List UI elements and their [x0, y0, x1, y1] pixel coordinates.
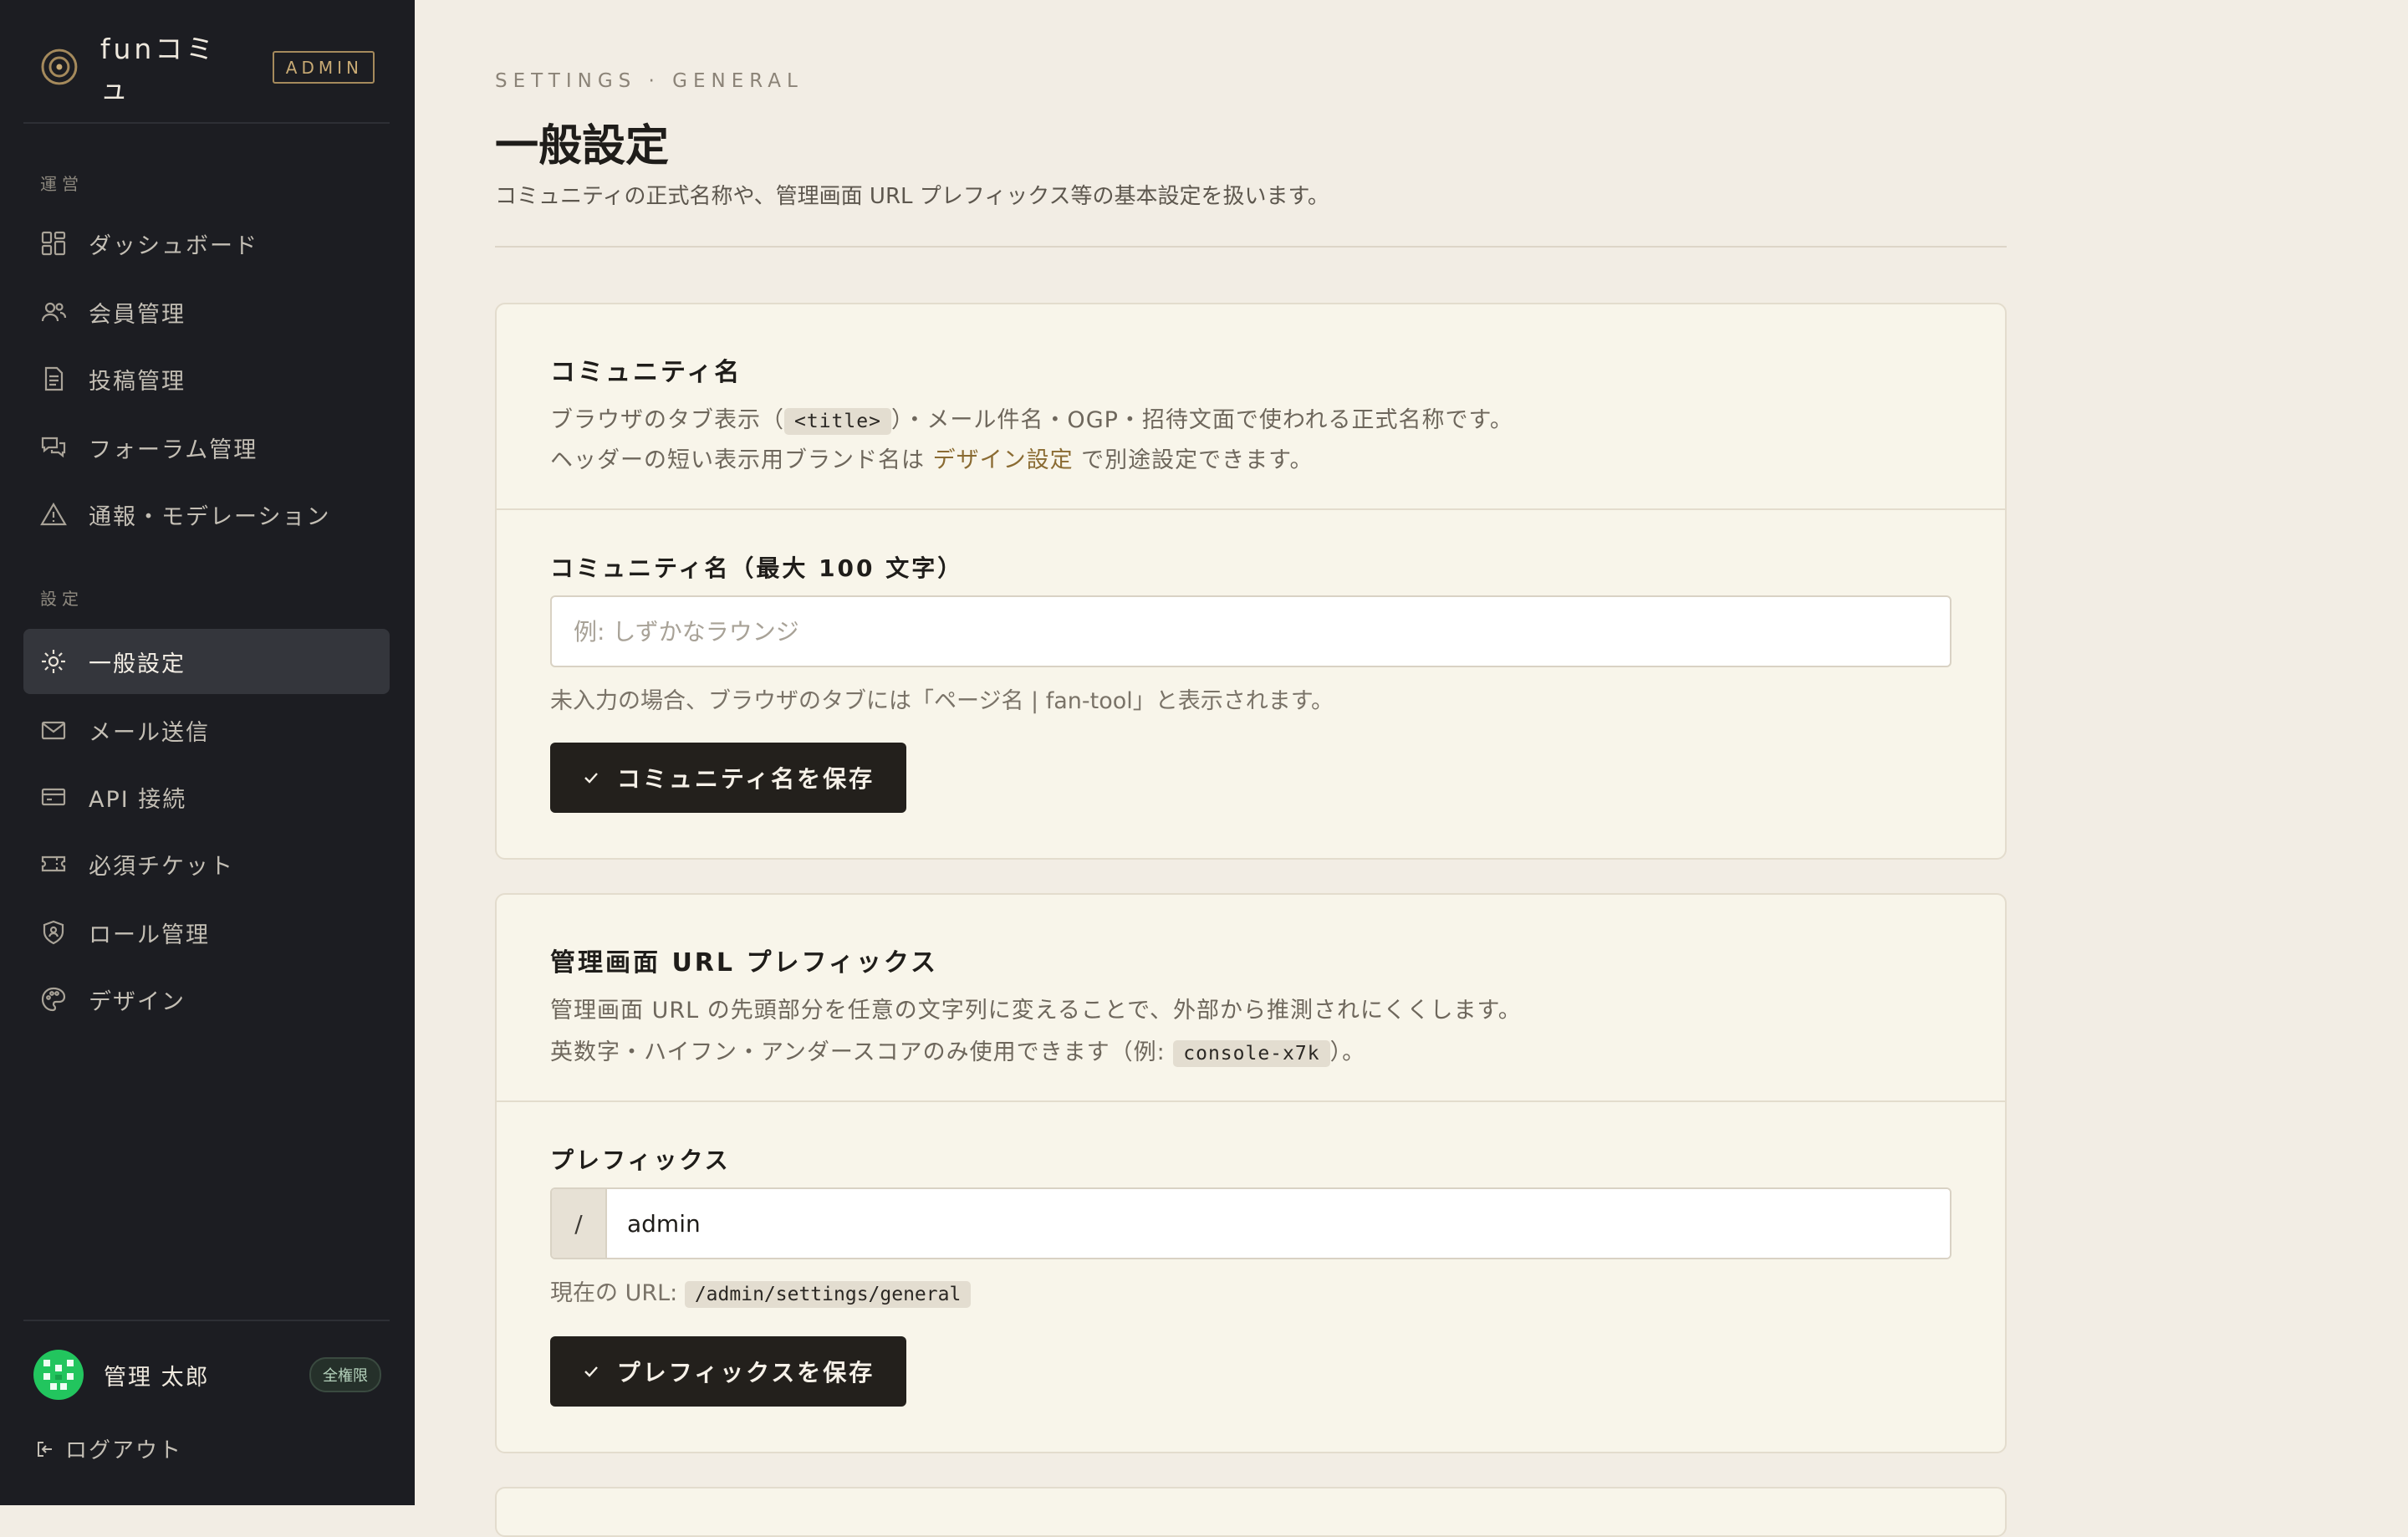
sidebar-divider: [23, 122, 390, 124]
desc-text: ）。: [1329, 1039, 1366, 1065]
title-code: <title>: [784, 408, 891, 435]
card-description-1: 管理画面 URL の先頭部分を任意の文字列に変えることで、外部から推測されにくく…: [550, 998, 1522, 1024]
check-icon: [584, 773, 598, 784]
palette-icon: [41, 987, 66, 1012]
desc-text: ブラウザのタブ表示（: [550, 407, 784, 433]
card-description-2: 英数字・ハイフン・アンダースコアのみ使用できます（例: console-x7k）…: [550, 1034, 1366, 1067]
prefix-input[interactable]: [607, 1189, 1950, 1258]
sidebar-item-tickets[interactable]: 必須チケット: [23, 831, 390, 896]
sidebar-item-label: 通報・モデレーション: [89, 503, 331, 530]
user-profile[interactable]: 管理 太郎 全権限: [33, 1348, 381, 1402]
sidebar-item-design[interactable]: デザイン: [23, 967, 390, 1032]
save-community-name-button[interactable]: コミュニティ名を保存: [550, 743, 906, 813]
current-url-help: 現在の URL: /admin/settings/general: [550, 1274, 972, 1308]
sidebar-item-label: 一般設定: [89, 651, 186, 677]
sidebar-item-label: ダッシュボード: [89, 232, 258, 259]
prefix-label: プレフィックス: [550, 1146, 731, 1174]
sidebar-item-label: デザイン: [89, 988, 186, 1015]
ticket-icon: [41, 855, 66, 872]
sidebar-item-forum[interactable]: フォーラム管理: [23, 415, 390, 480]
prefix-input-group: /: [550, 1187, 1951, 1259]
next-settings-card: [495, 1487, 2007, 1537]
document-icon: [44, 366, 64, 391]
logout-icon: [38, 1441, 52, 1457]
chat-icon: [41, 437, 66, 458]
sidebar-item-api[interactable]: API 接続: [23, 764, 390, 830]
breadcrumb: SETTINGS · GENERAL: [495, 70, 804, 92]
logout-link[interactable]: ログアウト: [35, 1433, 182, 1464]
card-header: コミュニティ名 ブラウザのタブ表示（ <title> ）・メール件名・OGP・招待文…: [497, 304, 2005, 510]
sidebar-item-general[interactable]: 一般設定: [23, 629, 390, 694]
gear-icon: [42, 650, 65, 673]
desc-text: ）・メール件名・OGP・招待文面で使われる正式名称です。: [890, 407, 1513, 433]
prefix-slash: /: [552, 1189, 607, 1258]
sidebar-divider: [23, 1320, 390, 1321]
current-url-label: 現在の URL:: [550, 1280, 685, 1306]
sidebar-item-label: 必須チケット: [89, 853, 234, 880]
button-label: プレフィックスを保存: [616, 1359, 875, 1386]
sidebar-item-label: API 接続: [89, 786, 187, 813]
desc-text: で別途設定できます。: [1073, 447, 1314, 473]
sidebar: funコミュ ADMIN 運営 ダッシュボード 会員管理 投稿管理 フォーラム管…: [0, 0, 415, 1505]
logout-label: ログアウト: [65, 1438, 183, 1463]
sidebar-item-members[interactable]: 会員管理: [23, 279, 390, 345]
sidebar-item-posts[interactable]: 投稿管理: [23, 346, 390, 411]
sidebar-item-label: 会員管理: [89, 301, 186, 328]
brand[interactable]: funコミュ ADMIN: [40, 33, 375, 105]
brand-name: funコミュ: [99, 33, 217, 105]
design-settings-link[interactable]: デザイン設定: [933, 447, 1074, 473]
community-name-help: 未入力の場合、ブラウザのタブには「ページ名 | fan-tool」と表示されます…: [550, 688, 1334, 714]
section-label-settings: 設定: [40, 589, 84, 609]
sidebar-item-label: フォーラム管理: [89, 437, 258, 463]
card-title: コミュニティ名: [550, 358, 742, 387]
card-description-2: ヘッダーの短い表示用ブランド名は デザイン設定 で別途設定できます。: [550, 442, 1313, 474]
admin-badge: ADMIN: [272, 50, 375, 84]
shield-icon: [43, 920, 64, 945]
api-icon: [41, 788, 66, 806]
sidebar-item-mail[interactable]: メール送信: [23, 697, 390, 763]
card-title: 管理画面 URL プレフィックス: [550, 948, 938, 978]
sidebar-item-label: メール送信: [89, 719, 210, 746]
community-name-label: コミュニティ名（最大 100 文字）: [550, 554, 964, 582]
community-name-input[interactable]: [550, 595, 1951, 667]
permission-badge: 全権限: [309, 1357, 381, 1392]
header-divider: [495, 246, 2007, 248]
check-icon: [584, 1366, 598, 1377]
dashboard-icon: [41, 231, 66, 256]
sidebar-item-label: ロール管理: [89, 922, 210, 948]
desc-text: 英数字・ハイフン・アンダースコアのみ使用できます（例:: [550, 1039, 1174, 1065]
card-description-1: ブラウザのタブ表示（ <title> ）・メール件名・OGP・招待文面で使われる正式…: [550, 401, 1513, 435]
save-prefix-button[interactable]: プレフィックスを保存: [550, 1336, 906, 1407]
section-label-ops: 運営: [40, 174, 84, 194]
page-title: 一般設定: [495, 121, 670, 171]
example-code: console-x7k: [1173, 1040, 1330, 1067]
admin-prefix-card: 管理画面 URL プレフィックス 管理画面 URL の先頭部分を任意の文字列に変…: [495, 893, 2007, 1453]
card-header: 管理画面 URL プレフィックス 管理画面 URL の先頭部分を任意の文字列に変…: [497, 895, 2005, 1102]
mail-icon: [41, 721, 66, 740]
current-url-code: /admin/settings/general: [684, 1281, 972, 1308]
sidebar-item-roles[interactable]: ロール管理: [23, 900, 390, 965]
avatar: [33, 1350, 84, 1400]
users-icon: [41, 302, 67, 322]
community-name-card: コミュニティ名 ブラウザのタブ表示（ <title> ）・メール件名・OGP・招待文…: [495, 303, 2007, 860]
sidebar-item-moderation[interactable]: 通報・モデレーション: [23, 482, 390, 547]
warning-icon: [40, 502, 67, 526]
desc-text: ヘッダーの短い表示用ブランド名は: [550, 447, 933, 473]
user-name: 管理 太郎: [104, 1364, 210, 1391]
button-label: コミュニティ名を保存: [616, 765, 875, 793]
page-description: コミュニティの正式名称や、管理画面 URL プレフィックス等の基本設定を扱います…: [495, 184, 1329, 209]
sidebar-item-label: 投稿管理: [89, 368, 186, 395]
sidebar-item-dashboard[interactable]: ダッシュボード: [23, 211, 390, 276]
logo-icon: [41, 49, 78, 85]
